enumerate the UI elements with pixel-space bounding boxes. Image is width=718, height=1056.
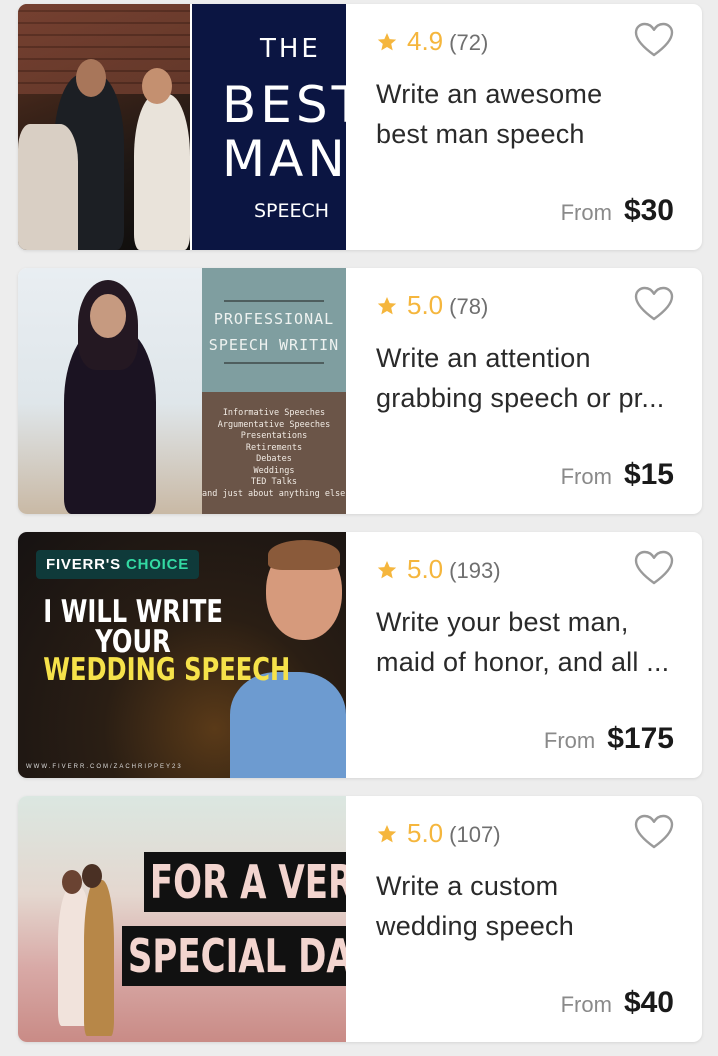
gig-price: From $175	[544, 722, 674, 756]
gig-title-line: grabbing speech or pr...	[376, 383, 665, 413]
thumb-list-item: TED Talks	[250, 477, 298, 487]
thumb-text: SPEECH	[254, 200, 330, 222]
gig-title-line: wedding speech	[376, 911, 574, 941]
price-amount: $175	[607, 722, 674, 755]
gig-price: From $15	[561, 458, 674, 492]
gig-title-line: Write your best man,	[376, 607, 629, 637]
thumb-text: FOR A VERY	[144, 852, 346, 912]
gig-title-line: Write a custom	[376, 871, 559, 901]
star-icon	[377, 33, 397, 51]
gig-thumbnail[interactable]: THE BEST MAN SPEECH	[18, 4, 346, 250]
gig-thumbnail[interactable]: FIVERR'S CHOICE I WILL WRITE YOUR WEDDIN…	[18, 532, 346, 778]
gig-card[interactable]: THE BEST MAN SPEECH 4.9 (72) Write an aw…	[18, 4, 702, 250]
gig-price: From $40	[561, 986, 674, 1020]
thumbnail-list-panel: Informative Speeches Argumentative Speec…	[202, 392, 346, 514]
price-amount: $30	[623, 194, 674, 227]
thumb-text: THE	[260, 34, 321, 64]
gig-title-line: Write an attention	[376, 343, 591, 373]
thumb-list-item: Informative Speeches	[222, 408, 326, 418]
rating-score: 5.0	[407, 554, 444, 584]
thumbnail-title-panel: PROFESSIONAL SPEECH WRITIN	[202, 268, 346, 392]
gig-rating: 5.0 (78)	[376, 292, 488, 320]
speaker-arm	[18, 124, 78, 250]
thumb-text: BEST	[222, 76, 346, 134]
gig-info: 4.9 (72) Write an awesome best man speec…	[346, 4, 702, 250]
thumb-list-item: Retirements	[245, 442, 303, 453]
star-icon	[377, 561, 397, 579]
price-amount: $15	[623, 458, 674, 491]
price-prefix: From	[560, 464, 612, 489]
rating-score: 5.0	[407, 290, 444, 320]
review-count: (78)	[449, 294, 489, 319]
gig-card[interactable]: PROFESSIONAL SPEECH WRITIN Informative S…	[18, 268, 702, 514]
badge-text: CHOICE	[125, 556, 190, 573]
divider	[224, 362, 324, 364]
thumb-list-item: Argumentative Speeches	[217, 419, 331, 430]
person-head	[76, 59, 106, 97]
price-prefix: From	[560, 992, 612, 1017]
thumb-text: PROFESSIONAL	[213, 310, 335, 328]
divider	[224, 300, 324, 302]
person-head	[82, 864, 102, 888]
person-hair	[268, 540, 340, 570]
person-head	[62, 870, 82, 894]
gig-title-line: best man speech	[376, 119, 585, 149]
thumbnail-text-panel: THE BEST MAN SPEECH	[192, 4, 346, 250]
star-icon	[377, 297, 397, 315]
badge-text: FIVERR'S	[46, 556, 126, 573]
gig-title[interactable]: Write an awesome best man speech	[376, 74, 686, 154]
gig-info: 5.0 (193) Write your best man, maid of h…	[346, 532, 702, 778]
rating-score: 4.9	[407, 26, 444, 56]
thumb-list: Informative Speeches Argumentative Speec…	[202, 408, 346, 500]
gig-card[interactable]: FOR A VERY SPECIAL DAY 5.0 (107) Write a…	[18, 796, 702, 1042]
thumb-list-item: Debates	[256, 454, 292, 464]
gig-title[interactable]: Write your best man, maid of honor, and …	[376, 602, 686, 682]
gig-price: From $30	[561, 194, 674, 228]
gig-title[interactable]: Write an attention grabbing speech or pr…	[376, 338, 686, 418]
person-figure	[134, 94, 190, 250]
gig-info: 5.0 (78) Write an attention grabbing spe…	[346, 268, 702, 514]
thumb-text: WEDDING SPEECH	[43, 652, 291, 688]
thumb-list-item: Presentations	[240, 431, 308, 441]
thumb-text: SPECIAL DAY	[122, 926, 346, 986]
thumb-text: WWW.FIVERR.COM/ZACHRIPPEY23	[26, 764, 183, 770]
gig-rating: 4.9 (72)	[376, 28, 488, 56]
gig-title[interactable]: Write a custom wedding speech	[376, 866, 686, 946]
thumb-list-item: and just about anything else..	[202, 488, 346, 499]
star-icon	[377, 825, 397, 843]
heart-outline-icon[interactable]	[634, 286, 674, 322]
heart-outline-icon[interactable]	[634, 22, 674, 58]
person-head	[142, 68, 172, 104]
gig-title-line: maid of honor, and all ...	[376, 647, 670, 677]
gig-thumbnail[interactable]: FOR A VERY SPECIAL DAY	[18, 796, 346, 1042]
price-prefix: From	[543, 728, 596, 753]
heart-outline-icon[interactable]	[634, 814, 674, 850]
thumb-text: SPEECH WRITIN	[208, 336, 340, 354]
gig-rating: 5.0 (107)	[376, 820, 501, 848]
review-count: (72)	[449, 30, 489, 55]
rating-score: 5.0	[407, 818, 444, 848]
gig-card[interactable]: FIVERR'S CHOICE I WILL WRITE YOUR WEDDIN…	[18, 532, 702, 778]
review-count: (107)	[449, 822, 501, 847]
heart-outline-icon[interactable]	[634, 550, 674, 586]
thumb-list-item: Weddings	[253, 465, 295, 476]
gig-info: 5.0 (107) Write a custom wedding speech …	[346, 796, 702, 1042]
person-figure	[84, 880, 114, 1036]
price-prefix: From	[560, 200, 612, 225]
person-head	[90, 294, 126, 338]
gig-rating: 5.0 (193)	[376, 556, 501, 584]
review-count: (193)	[449, 558, 501, 583]
price-amount: $40	[623, 986, 674, 1019]
fiverrs-choice-badge: FIVERR'S CHOICE	[36, 550, 200, 579]
thumb-text: MAN	[222, 130, 346, 188]
gig-list: THE BEST MAN SPEECH 4.9 (72) Write an aw…	[18, 4, 702, 1056]
gig-thumbnail[interactable]: PROFESSIONAL SPEECH WRITIN Informative S…	[18, 268, 346, 514]
gig-title-line: Write an awesome	[376, 79, 603, 109]
